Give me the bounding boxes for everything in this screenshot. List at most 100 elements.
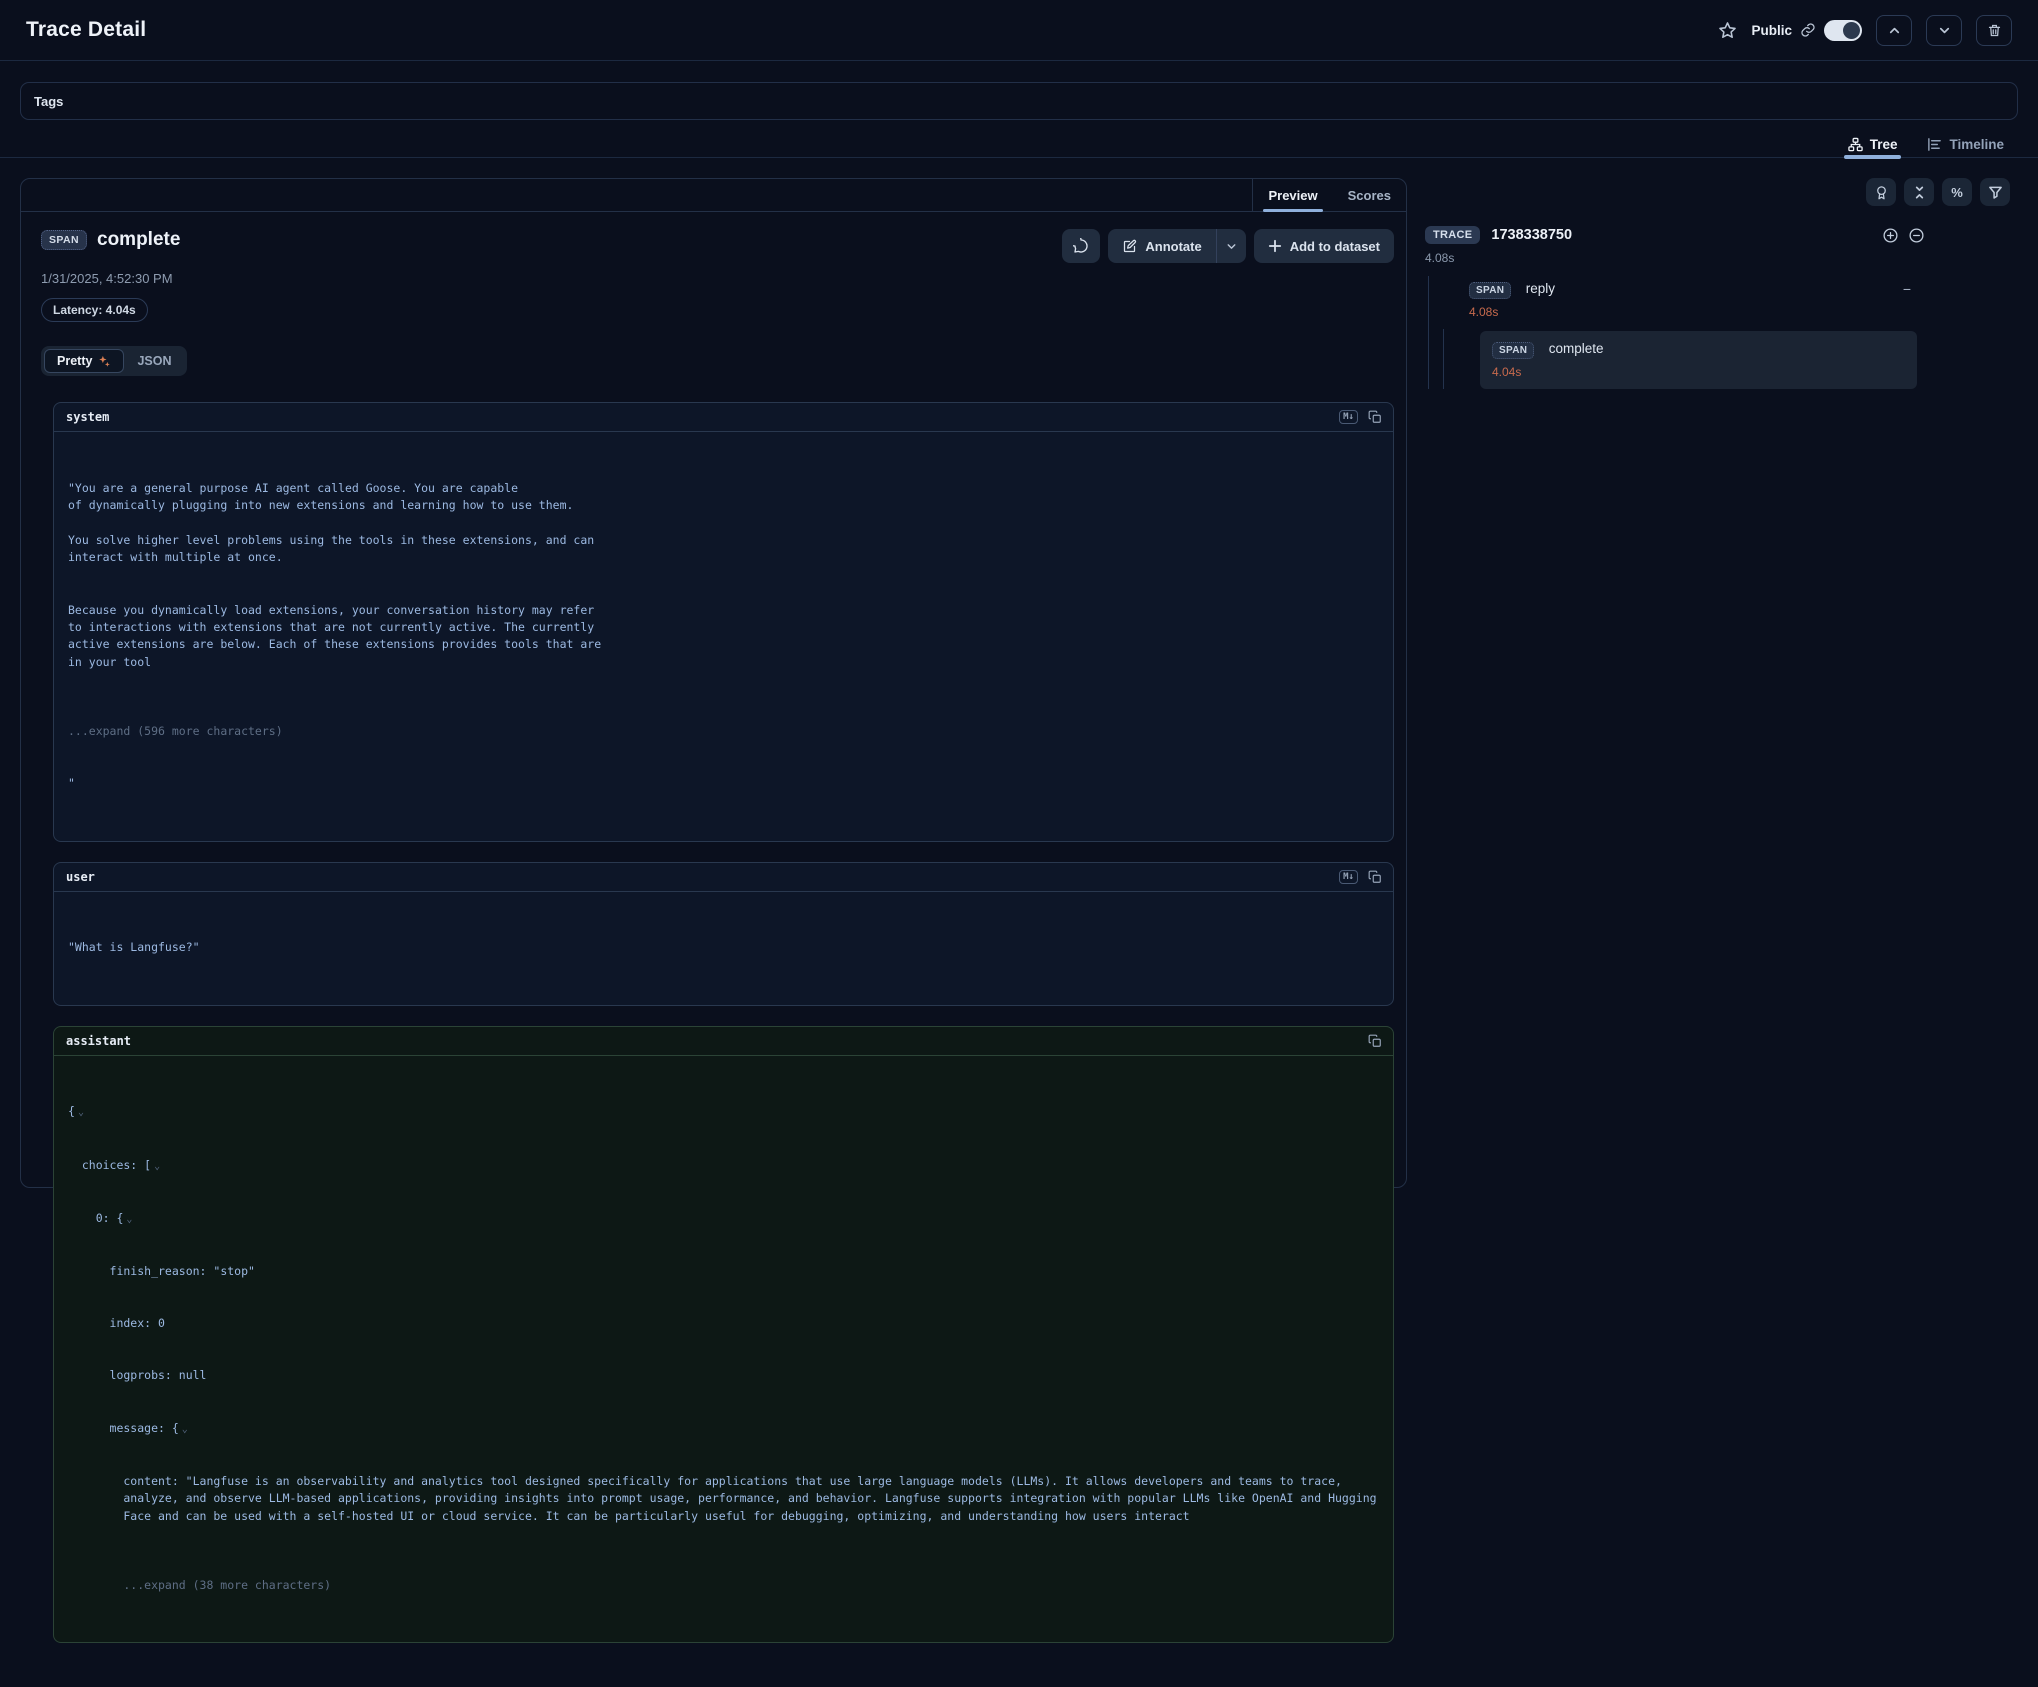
message-user: user M↓ "What is Langfuse?" [53,862,1394,1006]
span-node-complete-selected[interactable]: SPAN complete 4.04s [1480,331,1917,389]
span-title-row: SPAN complete Annotate [41,229,1394,263]
assistant-content-value: content: "Langfuse is an observability a… [68,1473,1379,1525]
trace-id: 1738338750 [1491,227,1572,243]
circle-minus-icon[interactable] [1908,227,1925,244]
message-system: system M↓ "You are a general purpose AI … [53,402,1394,842]
format-json-button[interactable]: JSON [124,349,184,373]
trash-icon [1987,23,2002,38]
tags-label: Tags [34,94,63,109]
public-toggle[interactable] [1824,20,1862,41]
json-line: message: {⌄ [68,1420,1379,1438]
chevron-down-icon[interactable]: ⌄ [78,1107,84,1118]
trace-type-badge: TRACE [1425,226,1480,244]
tree-icon [1848,137,1863,152]
trace-expand-controls [1882,227,1925,244]
markdown-icon[interactable]: M↓ [1339,870,1358,884]
sparkles-icon [98,355,111,368]
plus-icon [1268,239,1282,253]
add-to-dataset-button[interactable]: Add to dataset [1254,229,1394,263]
filter-button[interactable] [1980,178,2010,206]
tags-box[interactable]: Tags [20,82,2018,120]
annotate-dropdown-button[interactable] [1216,229,1246,263]
panel-tabs: Preview Scores [21,179,1406,212]
json-line: 0: {⌄ [68,1210,1379,1228]
prev-trace-button[interactable] [1876,15,1912,46]
expand-link[interactable]: ...expand (38 more characters) [68,1577,1379,1594]
tab-scores[interactable]: Scores [1333,179,1406,211]
scores-toggle-button[interactable] [1866,178,1896,206]
json-line: {⌄ [68,1103,1379,1121]
json-token: { [68,1104,75,1118]
span-actions: Annotate Add to dataset [1062,229,1394,263]
message-system-header: system M↓ [54,403,1393,432]
expand-link[interactable]: ...expand (596 more characters) [68,723,1379,740]
user-text: "What is Langfuse?" [68,939,1379,956]
comment-button[interactable] [1062,229,1100,263]
json-line: choices: [⌄ [68,1157,1379,1175]
copy-icon[interactable] [1368,870,1382,884]
system-closing-quote: " [68,775,1379,792]
json-token: choices: [ [68,1158,151,1172]
format-pretty-button[interactable]: Pretty [44,349,124,373]
chevron-down-icon [1937,23,1952,38]
panel-tabs-wrap: Preview Scores [1252,179,1406,211]
app-header: Trace Detail Public [0,0,2038,61]
span-name: complete [97,229,180,251]
annotate-label: Annotate [1145,239,1201,254]
collapse-node-icon[interactable]: − [1903,281,1911,297]
markdown-icon[interactable]: M↓ [1339,410,1358,424]
tab-tree-label: Tree [1870,137,1898,152]
span-node-name: reply [1526,281,1555,296]
span-node-duration: 4.04s [1492,365,1905,379]
filter-icon [1988,185,2003,200]
trace-tree-panel: % TRACE 1738338750 4.08s SPAN reply [1425,178,2018,389]
chevron-down-icon[interactable]: ⌄ [126,1214,132,1225]
chevron-down-icon[interactable]: ⌄ [182,1424,188,1435]
message-role: system [66,410,109,424]
chevron-up-icon [1887,23,1902,38]
observation-panel: Preview Scores SPAN complete Annotate [20,178,1407,1188]
annotate-split-button: Annotate [1108,229,1245,263]
chevron-down-icon [1225,240,1238,253]
reply-children: SPAN complete 4.04s [1443,329,1925,389]
span-node-duration: 4.08s [1469,305,1925,319]
span-timestamp: 1/31/2025, 4:52:30 PM [41,271,1394,286]
toggle-knob [1843,22,1860,39]
json-line: logprobs: null [68,1367,1379,1384]
tab-tree[interactable]: Tree [1846,127,1900,157]
next-trace-button[interactable] [1926,15,1962,46]
tab-timeline[interactable]: Timeline [1925,127,2006,157]
span-node-reply[interactable]: SPAN reply − [1429,278,1925,298]
json-token: finish_reason: "stop" [68,1264,255,1278]
award-icon [1874,185,1889,200]
link-icon[interactable] [1800,22,1816,38]
star-icon[interactable] [1718,21,1737,40]
span-type-badge: SPAN [41,230,87,250]
json-line: index: 0 [68,1315,1379,1332]
chevron-down-icon[interactable]: ⌄ [154,1161,160,1172]
message-header-icons: M↓ [1339,870,1382,884]
durations-toggle-button[interactable]: % [1942,178,1972,206]
trace-children: SPAN reply − 4.08s SPAN complete 4.04s [1428,276,1925,389]
copy-icon[interactable] [1368,1034,1382,1048]
message-system-content: "You are a general purpose AI agent call… [54,432,1393,841]
tab-preview[interactable]: Preview [1253,179,1332,211]
format-json-label: JSON [137,354,171,368]
system-text: "You are a general purpose AI agent call… [68,480,1379,671]
circle-plus-icon[interactable] [1882,227,1899,244]
json-token: message: { [68,1421,179,1435]
message-user-header: user M↓ [54,863,1393,892]
collapse-all-button[interactable] [1904,178,1934,206]
delete-trace-button[interactable] [1976,15,2012,46]
trace-row-left: TRACE 1738338750 [1425,226,1572,244]
message-header-icons: M↓ [1339,410,1382,424]
message-assistant: assistant {⌄ choices: [⌄ 0: {⌄ finish_re… [53,1026,1394,1644]
copy-icon[interactable] [1368,410,1382,424]
add-to-dataset-label: Add to dataset [1290,239,1380,254]
annotate-button[interactable]: Annotate [1108,229,1215,263]
tab-preview-label: Preview [1268,188,1317,203]
view-switch-row: Tree Timeline [0,127,2038,158]
trace-row[interactable]: TRACE 1738338750 [1425,226,1925,244]
message-user-content: "What is Langfuse?" [54,892,1393,1005]
timeline-icon [1927,137,1942,152]
